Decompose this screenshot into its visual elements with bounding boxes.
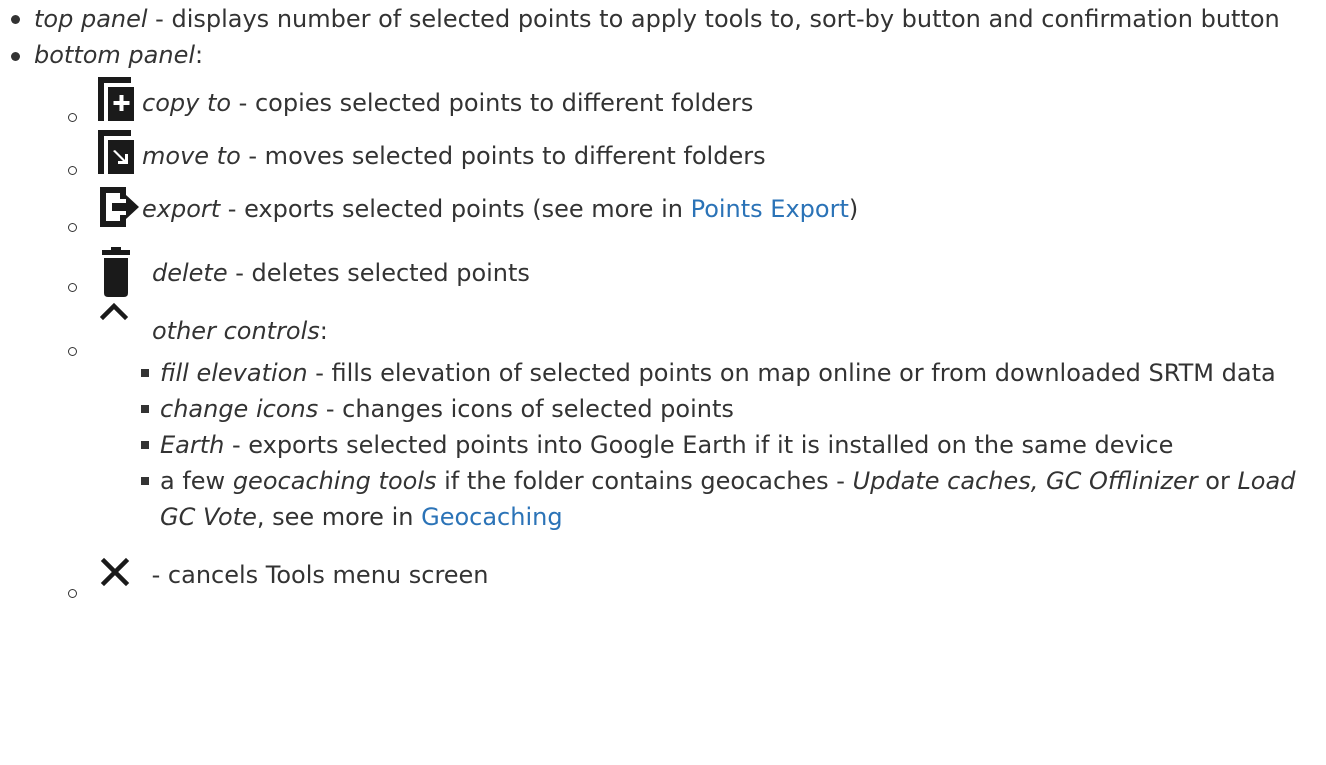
earth-description: - exports selected points into Google Ea… [224,431,1174,459]
top-panel-description: - displays number of selected points to … [147,5,1280,33]
bottom-panel-colon: : [195,41,204,69]
earth-term: Earth [160,431,225,459]
tool-other-controls: other controls: fill elevation - fills e… [66,302,1326,535]
tools-description-list: top panel - displays number of selected … [0,0,1326,603]
fill-elevation-term: fill elevation [160,359,308,387]
move-to-term: move to [142,142,241,170]
copy-to-description: - copies selected points to different fo… [231,89,754,117]
tool-export: export - exports selected points (see mo… [66,183,1326,239]
geocaching-middle2: , see more in [256,503,422,531]
geocaching-tools-term: geocaching tools [232,467,437,495]
bottom-panel-tools-list: copy to - copies selected points to diff… [66,73,1326,603]
fill-elevation-item: fill elevation - fills elevation of sele… [138,355,1326,391]
delete-description: - deletes selected points [227,259,530,287]
move-to-icon [98,130,134,178]
other-controls-list: fill elevation - fills elevation of sele… [138,355,1326,535]
change-icons-item: change icons - changes icons of selected… [138,391,1326,427]
other-controls-colon: : [319,317,328,345]
change-icons-description: - changes icons of selected points [318,395,734,423]
export-after: ) [848,195,859,223]
tool-copy-to: copy to - copies selected points to diff… [66,73,1326,129]
copy-to-term: copy to [142,89,232,117]
export-description: - exports selected points (see more in [220,195,691,223]
top-panel-term: top panel [34,5,148,33]
delete-term: delete [152,259,228,287]
fill-elevation-description: - fills elevation of selected points on … [307,359,1276,387]
bottom-panel-term: bottom panel [34,41,196,69]
bottom-panel-item: bottom panel: copy to - copies selected … [0,37,1326,603]
update-caches-term: Update caches, GC Offlinizer [852,467,1198,495]
close-icon [100,551,130,599]
earth-item: Earth - exports selected points into Goo… [138,427,1326,463]
change-icons-term: change icons [160,395,319,423]
tool-move-to: move to - moves selected points to diffe… [66,126,1326,182]
geocaching-tools-item: a few geocaching tools if the folder con… [138,463,1326,535]
delete-icon [102,247,130,297]
other-controls-term: other controls [152,317,320,345]
export-icon [98,185,140,229]
tool-cancel: - cancels Tools menu screen [66,545,1326,603]
top-panel-item: top panel - displays number of selected … [0,0,1326,37]
cancel-description: - cancels Tools menu screen [144,561,489,589]
tool-delete: delete - deletes selected points [66,241,1326,299]
points-export-link[interactable]: Points Export [691,195,849,223]
move-to-description: - moves selected points to different fol… [240,142,766,170]
geocaching-prefix: a few [160,467,233,495]
chevron-up-icon [100,301,128,345]
copy-to-icon [98,77,134,125]
geocaching-link[interactable]: Geocaching [421,503,562,531]
geocaching-middle: if the folder contains geocaches - [436,467,853,495]
geocaching-or: or [1197,467,1238,495]
export-term: export [142,195,221,223]
